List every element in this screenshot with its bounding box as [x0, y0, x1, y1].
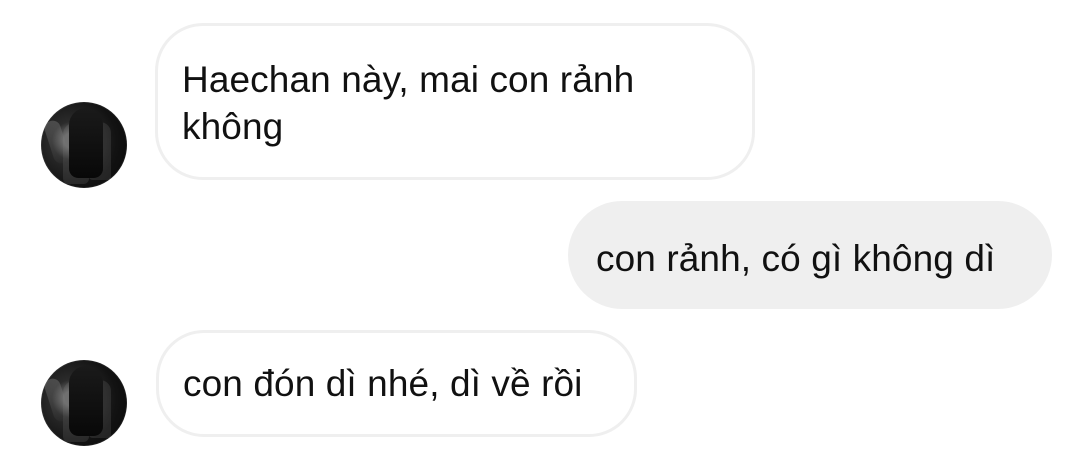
- outgoing-message-bubble[interactable]: con rảnh, có gì không dì: [568, 201, 1052, 309]
- message-text: con đón dì nhé, dì về rồi: [183, 363, 583, 404]
- incoming-message-bubble[interactable]: Haechan này, mai con rảnh không: [155, 23, 755, 180]
- contact-avatar[interactable]: [41, 360, 127, 446]
- message-text: con rảnh, có gì không dì: [596, 238, 996, 279]
- message-text: Haechan này, mai con rảnh không: [182, 59, 635, 147]
- incoming-message-bubble[interactable]: con đón dì nhé, dì về rồi: [156, 330, 637, 437]
- contact-avatar[interactable]: [41, 102, 127, 188]
